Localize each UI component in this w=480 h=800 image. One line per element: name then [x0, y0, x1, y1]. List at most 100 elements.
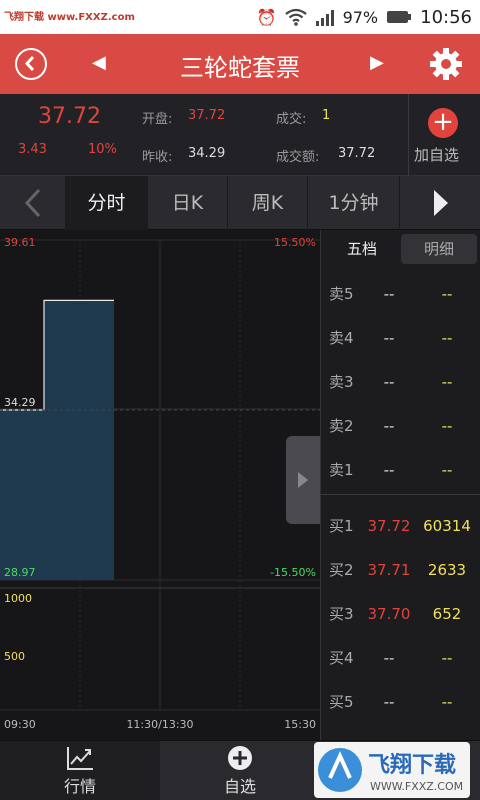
clock: 10:56 — [420, 6, 472, 28]
tab-intraday[interactable]: 分时 — [66, 176, 148, 230]
prev-close-label: 昨收: — [142, 150, 173, 165]
page-title: 三轮蛇套票 — [180, 54, 300, 82]
tab-five-levels[interactable]: 五档 — [325, 234, 399, 264]
panel-toggle-handle[interactable] — [286, 436, 320, 524]
current-price: 37.72 — [38, 104, 101, 129]
x-tick-label: 15:30 — [284, 718, 316, 731]
sell-level-row: 卖3 -- -- — [321, 360, 480, 404]
watermark-logo-art: 飞翔下载 WWW.FXXZ.COM — [318, 748, 463, 793]
play-right-icon — [434, 190, 448, 216]
price-change-percent: 10% — [88, 142, 117, 157]
sell-level-volume: -- — [441, 461, 453, 479]
chart-trend-icon — [67, 747, 93, 770]
wifi-icon — [284, 8, 307, 26]
sell-level-label: 卖2 — [329, 417, 354, 435]
sell-level-price: -- — [383, 285, 395, 303]
sell-level-row: 卖1 -- -- — [321, 448, 480, 492]
prev-close-value: 34.29 — [188, 146, 226, 161]
nav-watchlist[interactable]: 自选 — [160, 741, 320, 800]
x-tick-label: 11:30/13:30 — [126, 718, 193, 731]
tab-daily[interactable]: 日K — [148, 176, 228, 230]
pct-low-label: -15.50% — [270, 566, 316, 579]
pct-high-label: 15.50% — [274, 236, 316, 249]
tab-detail[interactable]: 明细 — [401, 234, 477, 264]
buy-level-label: 买4 — [329, 649, 354, 667]
chevron-left-icon — [24, 188, 40, 218]
chevron-right-icon — [298, 472, 308, 488]
price-high-label: 39.61 — [4, 236, 36, 249]
buy-level-label: 买3 — [329, 605, 354, 623]
sell-level-label: 卖4 — [329, 329, 354, 347]
divider — [408, 94, 409, 176]
tab-1min[interactable]: 1分钟 — [308, 176, 400, 230]
sell-level-row: 卖5 -- -- — [321, 272, 480, 316]
watermark-text: 飞翔下载 www.FXXZ.com — [4, 12, 135, 23]
buy-level-price: 37.70 — [367, 605, 411, 623]
sell-level-label: 卖3 — [329, 373, 354, 391]
gear-icon[interactable] — [428, 46, 464, 82]
buy-level-label: 买5 — [329, 693, 354, 711]
add-watchlist-label[interactable]: 加自选 — [414, 144, 459, 165]
quote-panel: 37.72 3.43 10% 开盘: 37.72 成交: 1 昨收: 34.29… — [0, 94, 480, 176]
sell-level-row: 卖2 -- -- — [321, 404, 480, 448]
nav-market[interactable]: 行情 — [0, 741, 160, 800]
buy-level-row: 买3 37.70 652 — [321, 592, 480, 636]
sell-level-label: 卖5 — [329, 285, 354, 303]
buy-level-label: 买1 — [329, 517, 354, 535]
nav-market-label: 行情 — [63, 777, 96, 796]
sell-level-row: 卖4 -- -- — [321, 316, 480, 360]
buy-level-volume: 60314 — [423, 517, 471, 535]
plus-circle-icon — [228, 746, 252, 770]
sell-level-price: -- — [383, 417, 395, 435]
sell-level-label: 卖1 — [329, 461, 354, 479]
book-divider — [321, 494, 480, 495]
order-book-panel: 五档 明细 卖5 -- -- 卖4 -- -- 卖3 -- -- 卖2 -- -- 卖1 -- -- 买1 37… — [320, 230, 480, 740]
battery-percent: 97% — [342, 7, 379, 27]
buy-level-row: 买1 37.72 60314 — [321, 504, 480, 548]
volume-label: 成交: — [276, 112, 307, 127]
open-label: 开盘: — [142, 112, 173, 127]
amount-label: 成交额: — [276, 150, 320, 165]
app-header: ◀ 三轮蛇套票 ▶ — [0, 34, 480, 94]
buy-level-price: 37.71 — [367, 561, 411, 579]
buy-level-price: 37.72 — [367, 517, 411, 535]
price-low-label: 28.97 — [4, 566, 36, 579]
chart-canvas: 39.61 15.50% 34.29 28.97 -15.50% 1000 500 09:30… — [0, 236, 320, 731]
buy-level-volume: 2633 — [427, 561, 467, 579]
sell-level-price: -- — [383, 373, 395, 391]
buy-level-label: 买2 — [329, 561, 354, 579]
buy-level-volume: -- — [441, 649, 453, 667]
vol-high-label: 1000 — [4, 592, 32, 605]
buy-level-volume: -- — [441, 693, 453, 711]
buy-level-price: -- — [383, 693, 395, 711]
signal-icon — [315, 10, 334, 26]
buy-level-price: -- — [383, 649, 395, 667]
battery-icon — [387, 11, 412, 23]
sell-level-volume: -- — [441, 285, 453, 303]
vol-mid-label: 500 — [4, 650, 25, 663]
add-watchlist-icon[interactable]: + — [428, 108, 458, 138]
watermark-logo: 飞翔下载 WWW.FXXZ.COM — [314, 742, 470, 798]
buy-level-volume: 652 — [432, 605, 462, 623]
tabs-scroll-left[interactable] — [0, 176, 66, 230]
x-tick-label: 09:30 — [4, 718, 36, 731]
svg-text:WWW.FXXZ.COM: WWW.FXXZ.COM — [370, 780, 463, 793]
buy-level-row: 买2 37.71 2633 — [321, 548, 480, 592]
period-tabs: 分时 日K 周K 1分钟 — [0, 176, 480, 230]
sell-level-volume: -- — [441, 417, 453, 435]
status-bar: 飞翔下载 www.FXXZ.com ⏰ 97% 10:56 — [0, 0, 480, 34]
sell-level-price: -- — [383, 461, 395, 479]
open-value: 37.72 — [188, 108, 226, 123]
tabs-scroll-right[interactable] — [400, 176, 480, 230]
sell-level-volume: -- — [441, 373, 453, 391]
alarm-icon: ⏰ — [256, 7, 277, 27]
next-stock-button[interactable]: ▶ — [370, 52, 384, 73]
nav-watchlist-label: 自选 — [223, 777, 256, 796]
sell-level-volume: -- — [441, 329, 453, 347]
price-ref-label: 34.29 — [4, 396, 36, 409]
buy-level-row: 买5 -- -- — [321, 680, 480, 724]
tab-weekly[interactable]: 周K — [228, 176, 308, 230]
sell-level-price: -- — [383, 329, 395, 347]
intraday-chart[interactable]: 39.61 15.50% 34.29 28.97 -15.50% 1000 500 09:30… — [0, 230, 320, 740]
amount-value: 37.72 — [338, 146, 376, 161]
